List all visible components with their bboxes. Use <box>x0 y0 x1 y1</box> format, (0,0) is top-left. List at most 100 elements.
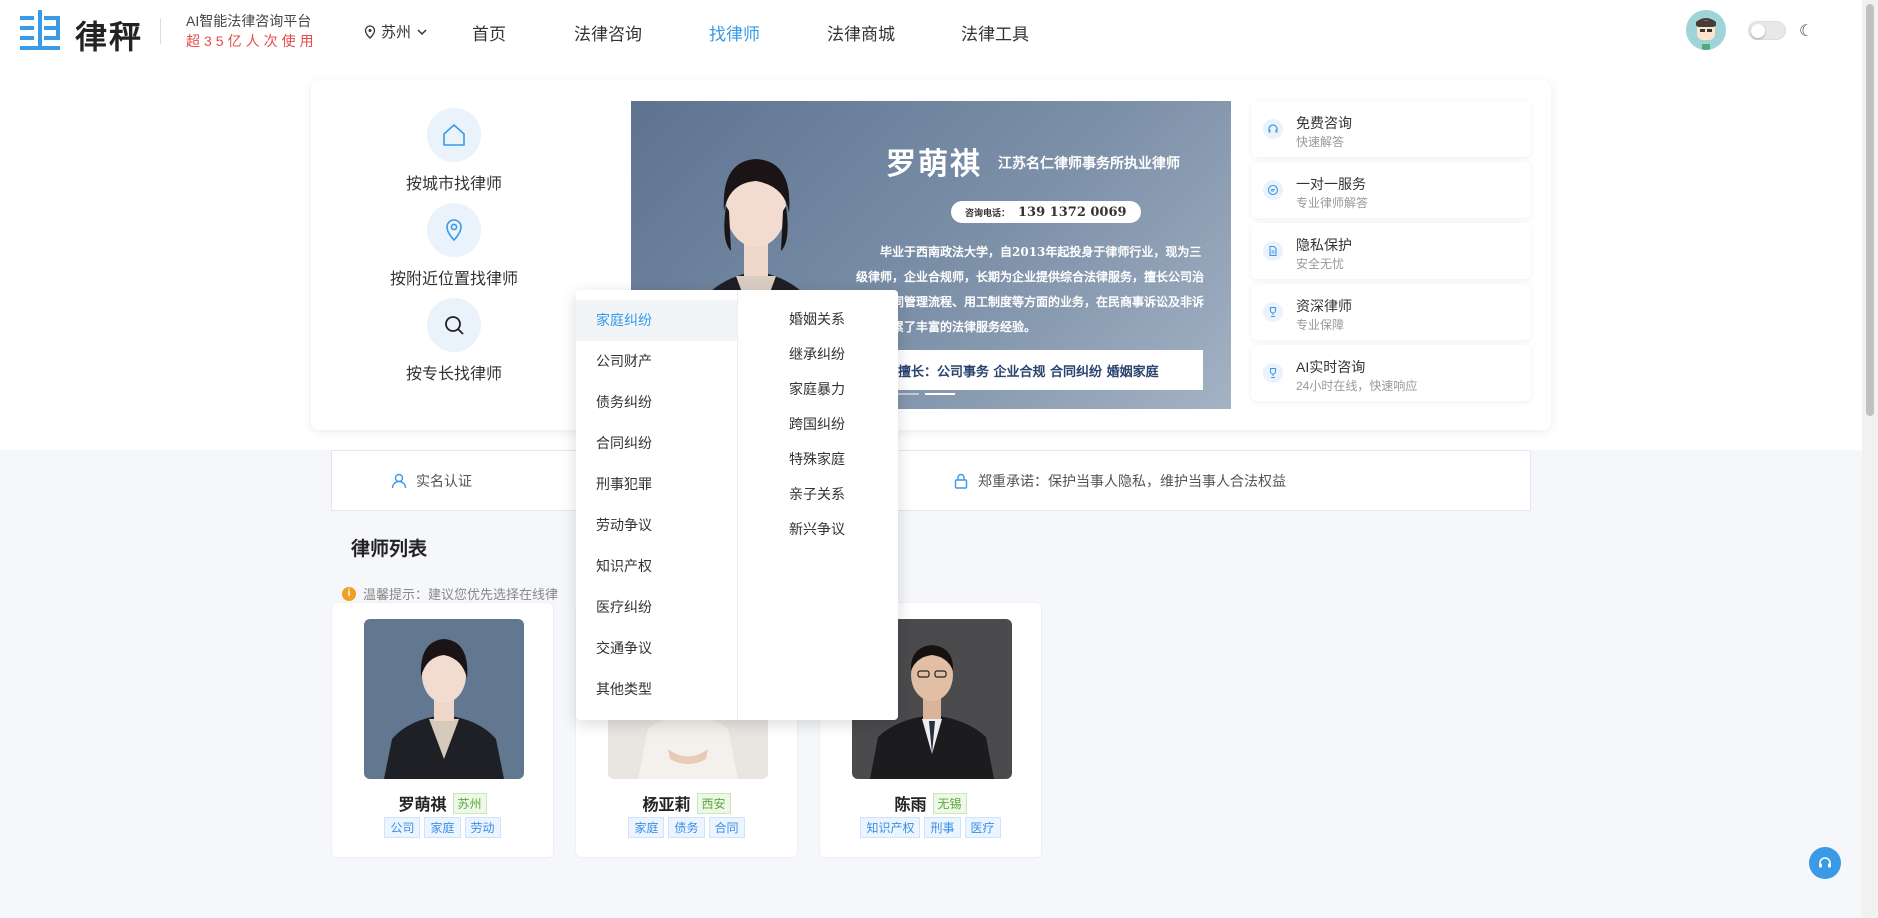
carousel-indicators <box>889 393 955 395</box>
moon-icon[interactable]: ☾ <box>1799 21 1813 41</box>
document-icon <box>1263 241 1283 261</box>
carousel-dot-active[interactable] <box>925 393 955 395</box>
trust-promise-label: 郑重承诺：保护当事人隐私，维护当事人合法权益 <box>978 473 1286 489</box>
location-pin-icon <box>364 24 376 39</box>
lawyer-tag: 家庭 <box>628 817 665 838</box>
tip-text: 温馨提示：建议您优先选择在线律 <box>363 587 559 602</box>
theme-toggle[interactable] <box>1748 21 1786 40</box>
subcategory-item[interactable]: 家庭暴力 <box>789 379 845 414</box>
find-by-specialty-label: 按专长找律师 <box>405 366 502 383</box>
chevron-down-icon <box>417 28 427 35</box>
trust-promise: 郑重承诺：保护当事人隐私，维护当事人合法权益 <box>952 471 1286 491</box>
feature-ai-consult[interactable]: AI实时咨询 24小时在线，快速响应 <box>1251 345 1531 401</box>
lawyer-tag: 公司 <box>384 817 421 838</box>
feature-senior-lawyer[interactable]: 资深律师 专业保障 <box>1251 284 1531 340</box>
nav-legal-tools[interactable]: 法律工具 <box>961 20 1029 45</box>
category-item-other[interactable]: 其他类型 <box>576 669 737 710</box>
lawyer-tags: 知识产权 刑事 医疗 <box>820 817 1041 838</box>
trophy-icon <box>1263 302 1283 322</box>
lawyer-city-badge: 苏州 <box>452 792 487 814</box>
find-by-city-label: 按城市找律师 <box>405 176 502 193</box>
home-icon <box>443 124 465 146</box>
nav-home[interactable]: 首页 <box>472 20 574 45</box>
top-header: 律秤 AI智能法律咨询平台 超35亿人次使用 苏州 首页 法律咨询 找律师 法律… <box>0 0 1862 62</box>
banner-specialty: 擅长：公司事务 企业合规 合同纠纷 婚姻家庭 <box>856 350 1203 390</box>
banner-firm: 江苏名仁律师事务所执业律师 <box>998 156 1180 172</box>
find-by-location-label: 按附近位置找律师 <box>389 271 518 288</box>
feature-title: 一对一服务 <box>1296 176 1366 192</box>
subcategory-item[interactable]: 特殊家庭 <box>789 449 845 484</box>
search-icon <box>445 316 464 335</box>
trust-verified: 实名认证 <box>390 471 472 491</box>
subcategory-item[interactable]: 跨国纠纷 <box>789 414 845 449</box>
banner-phone: 咨询电话： 139 1372 0069 <box>951 201 1141 223</box>
tip-banner: i 温馨提示：建议您优先选择在线律 <box>342 584 558 603</box>
category-dropdown: 家庭纠纷 公司财产 债务纠纷 合同纠纷 刑事犯罪 劳动争议 知识产权 医疗纠纷 … <box>576 290 898 720</box>
subcategory-item[interactable]: 婚姻关系 <box>789 309 845 344</box>
scrollbar-thumb[interactable] <box>1866 4 1874 416</box>
lawyer-name: 陈雨 <box>894 797 927 814</box>
location-pin-icon <box>446 219 462 242</box>
nav-legal-mall[interactable]: 法律商城 <box>827 20 961 45</box>
category-item-medical[interactable]: 医疗纠纷 <box>576 587 737 628</box>
logo-divider <box>160 18 161 44</box>
feature-desc: 24小时在线，快速响应 <box>1296 379 1418 393</box>
feature-one-on-one[interactable]: 一对一服务 专业律师解答 <box>1251 162 1531 218</box>
lawyer-tags: 家庭 债务 合同 <box>576 817 797 838</box>
feature-desc: 安全无忧 <box>1296 257 1345 271</box>
find-by-city[interactable]: 按城市找律师 <box>354 108 554 194</box>
page-scrollbar[interactable] <box>1862 0 1878 918</box>
lawyer-tag: 债务 <box>668 817 705 838</box>
find-by-location[interactable]: 按附近位置找律师 <box>354 203 554 289</box>
lawyer-card[interactable]: 罗萌祺 苏州 公司 家庭 劳动 <box>331 602 554 858</box>
feature-title: AI实时咨询 <box>1296 359 1366 375</box>
city-label: 苏州 <box>381 24 412 41</box>
feature-free-consult[interactable]: 免费咨询 快速解答 <box>1251 101 1531 157</box>
banner-phone-label: 咨询电话： <box>965 208 1011 219</box>
subcategory-item[interactable]: 继承纠纷 <box>789 344 845 379</box>
city-selector[interactable]: 苏州 <box>363 21 429 42</box>
lawyer-tag: 家庭 <box>424 817 461 838</box>
headset-icon <box>1263 119 1283 139</box>
lawyer-tag: 知识产权 <box>860 817 921 838</box>
banner-phone-number: 139 1372 0069 <box>1018 204 1127 220</box>
feature-title: 资深律师 <box>1296 298 1352 314</box>
lawyer-tag: 刑事 <box>924 817 961 838</box>
lock-icon <box>954 473 968 489</box>
logo-text[interactable]: 律秤 <box>75 12 143 58</box>
feature-desc: 专业保障 <box>1296 318 1345 332</box>
subcategory-item[interactable]: 亲子关系 <box>789 484 845 519</box>
lawyer-photo <box>364 619 524 779</box>
banner-lawyer-name: 罗萌祺 <box>886 147 982 182</box>
lawyer-tag: 医疗 <box>964 817 1001 838</box>
lawyer-city-badge: 西安 <box>696 792 731 814</box>
subcategory-list: 婚姻关系 继承纠纷 家庭暴力 跨国纠纷 特殊家庭 亲子关系 新兴争议 <box>576 290 845 554</box>
headset-icon <box>1819 857 1831 868</box>
category-item-traffic[interactable]: 交通争议 <box>576 628 737 669</box>
trust-bar: 实名认证 郑重承诺：保护当事人隐私，维护当事人合法权益 <box>331 450 1531 511</box>
lawyer-city-badge: 无锡 <box>932 792 967 814</box>
feature-desc: 专业律师解答 <box>1296 196 1369 210</box>
lawyer-tag: 劳动 <box>464 817 501 838</box>
lawyer-name: 杨亚莉 <box>642 797 691 814</box>
trophy-icon <box>1263 363 1283 383</box>
nav-find-lawyer[interactable]: 找律师 <box>709 20 827 45</box>
user-avatar[interactable] <box>1686 10 1726 50</box>
find-by-specialty[interactable]: 按专长找律师 <box>354 298 554 384</box>
subcategory-item[interactable]: 新兴争议 <box>789 519 845 554</box>
feature-desc: 快速解答 <box>1296 135 1345 149</box>
info-icon: i <box>342 586 356 601</box>
feature-title: 免费咨询 <box>1296 115 1352 131</box>
lawyer-tags: 公司 家庭 劳动 <box>332 817 553 838</box>
banner-bio: 毕业于西南政法大学，自2013年起投身于律师行业，现为三级律师，企业合规师，长期… <box>856 245 1205 334</box>
feature-privacy[interactable]: 隐私保护 安全无忧 <box>1251 223 1531 279</box>
logo-icon[interactable] <box>20 10 60 52</box>
lawyer-name: 罗萌祺 <box>398 797 447 814</box>
trust-verified-label: 实名认证 <box>416 473 472 489</box>
tagline-sub: 超35亿人次使用 <box>186 33 318 49</box>
customer-service-button[interactable] <box>1809 847 1841 879</box>
nav-legal-consult[interactable]: 法律咨询 <box>574 20 709 45</box>
lawyer-list-title: 律师列表 <box>351 539 428 560</box>
tagline: AI智能法律咨询平台 <box>186 13 312 29</box>
main-nav: 首页 法律咨询 找律师 法律商城 法律工具 <box>472 20 1029 45</box>
